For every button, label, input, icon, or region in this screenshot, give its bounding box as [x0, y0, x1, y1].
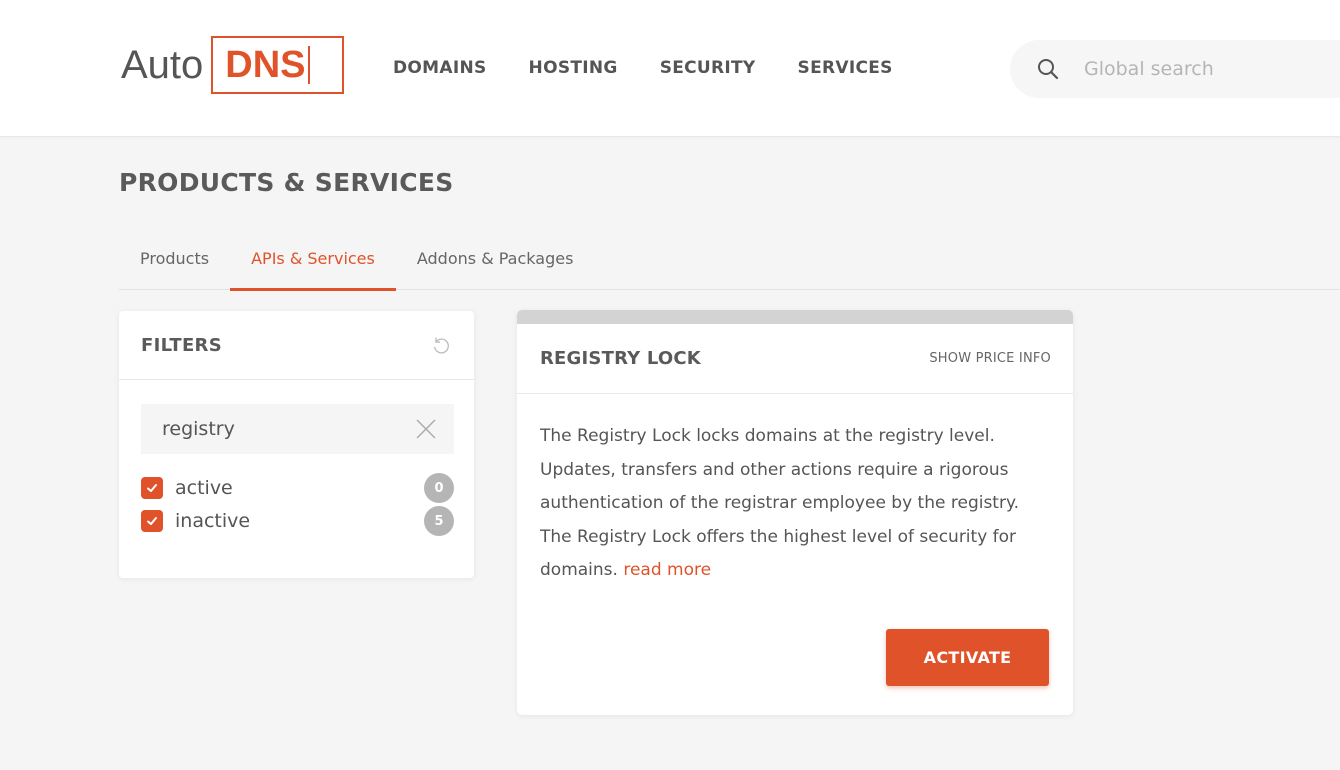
main-nav: DOMAINS HOSTING SECURITY SERVICES	[393, 58, 935, 78]
logo-cursor	[307, 46, 310, 84]
active-label: active	[175, 477, 233, 499]
product-card-registry-lock: REGISTRY LOCK SHOW PRICE INFO The Regist…	[517, 310, 1073, 715]
card-description: The Registry Lock locks domains at the r…	[517, 394, 1073, 588]
filter-search-input[interactable]	[162, 418, 402, 440]
inactive-label: inactive	[175, 510, 251, 532]
activate-button[interactable]: ACTIVATE	[886, 629, 1049, 686]
inactive-count-badge: 5	[424, 506, 454, 536]
category-tabs: Products APIs & Services Addons & Packag…	[119, 236, 1340, 291]
reset-filters-icon[interactable]	[430, 334, 452, 356]
search-icon[interactable]	[1036, 57, 1060, 81]
nav-services[interactable]: SERVICES	[798, 58, 893, 78]
global-search-input[interactable]	[1084, 58, 1324, 80]
filter-option-inactive[interactable]: inactive 5	[141, 506, 454, 536]
card-header: REGISTRY LOCK SHOW PRICE INFO	[517, 324, 1073, 394]
nav-domains[interactable]: DOMAINS	[393, 58, 487, 78]
tab-addons-packages[interactable]: Addons & Packages	[396, 236, 595, 290]
show-price-info-link[interactable]: SHOW PRICE INFO	[929, 351, 1051, 366]
checkmark-icon	[147, 484, 157, 492]
active-checkbox[interactable]	[141, 477, 163, 499]
global-search[interactable]	[1010, 40, 1340, 98]
logo-auto-text: Auto	[121, 42, 204, 87]
card-status-bar	[517, 310, 1073, 324]
nav-hosting[interactable]: HOSTING	[529, 58, 618, 78]
inactive-checkbox[interactable]	[141, 510, 163, 532]
filters-title: FILTERS	[141, 334, 222, 356]
filters-panel: FILTERS active 0 inactive 5	[119, 311, 474, 578]
card-title: REGISTRY LOCK	[540, 348, 701, 369]
filters-header: FILTERS	[119, 311, 474, 380]
logo-dns-text: DNS	[225, 43, 306, 86]
filter-option-active[interactable]: active 0	[141, 473, 454, 503]
active-count-badge: 0	[424, 473, 454, 503]
logo-dns-box: DNS	[211, 36, 345, 94]
description-text: The Registry Lock locks domains at the r…	[540, 426, 1020, 580]
read-more-link[interactable]: read more	[623, 560, 711, 580]
page-title: PRODUCTS & SERVICES	[119, 168, 454, 197]
clear-search-icon[interactable]	[414, 417, 438, 441]
nav-security[interactable]: SECURITY	[660, 58, 756, 78]
tab-apis-services[interactable]: APIs & Services	[230, 236, 396, 291]
autodns-logo[interactable]: Auto DNS	[121, 36, 345, 94]
checkmark-icon	[147, 517, 157, 525]
tab-products[interactable]: Products	[119, 236, 230, 290]
top-header: Auto DNS DOMAINS HOSTING SECURITY SERVIC…	[0, 0, 1340, 137]
filter-search-field[interactable]	[141, 404, 454, 454]
